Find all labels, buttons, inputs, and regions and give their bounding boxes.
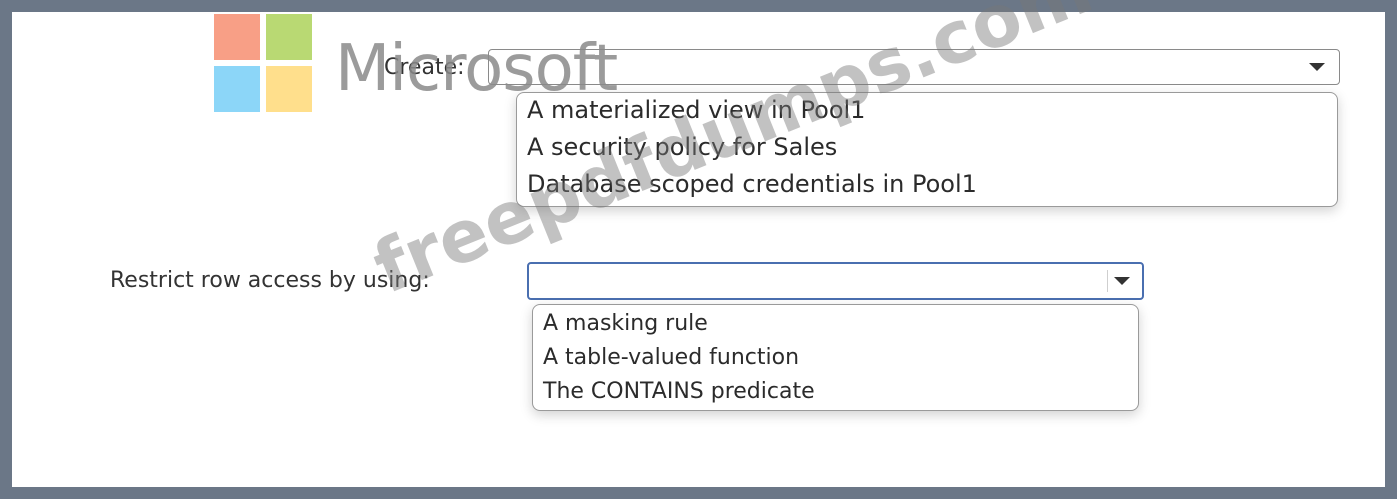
chevron-down-icon[interactable] <box>1303 56 1331 78</box>
restrict-dropdown[interactable] <box>527 262 1144 300</box>
logo-green-tile <box>266 14 312 60</box>
answer-area-panel: Create: A materialized view in Pool1 A s… <box>12 0 1385 487</box>
restrict-option-masking-rule[interactable]: A masking rule <box>543 311 708 336</box>
restrict-options-list: A masking rule A table-valued function T… <box>532 304 1139 411</box>
logo-yellow-tile <box>266 66 312 112</box>
restrict-option-contains-predicate[interactable]: The CONTAINS predicate <box>543 379 815 404</box>
microsoft-logo-text: Microsoft <box>335 32 618 106</box>
restrict-option-table-valued-function[interactable]: A table-valued function <box>543 345 799 370</box>
chevron-down-icon[interactable] <box>1107 270 1136 292</box>
logo-red-tile <box>214 14 260 60</box>
logo-blue-tile <box>214 66 260 112</box>
